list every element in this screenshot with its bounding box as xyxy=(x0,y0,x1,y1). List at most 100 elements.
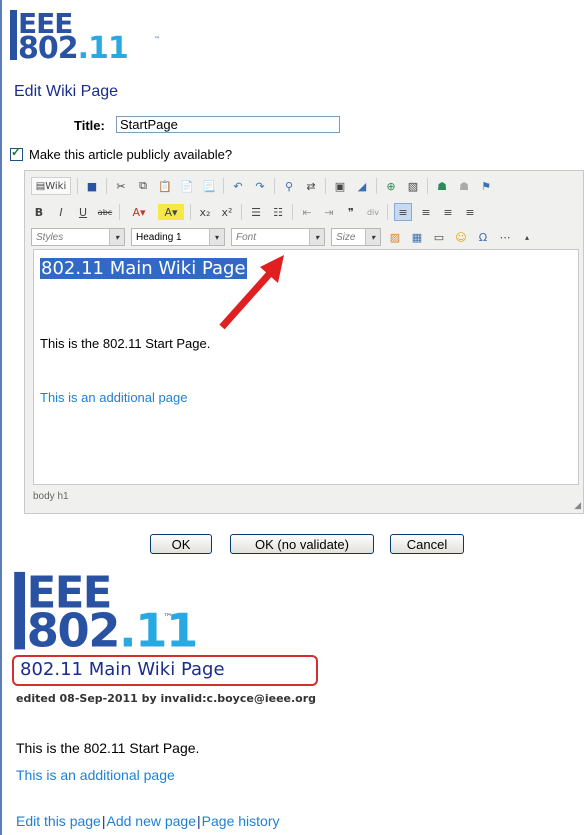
chevron-down-icon: ▾ xyxy=(109,229,124,245)
editor-paragraph: This is the 802.11 Start Page. xyxy=(40,336,211,351)
annotation-arrow-icon xyxy=(219,255,284,330)
ok-no-validate-button[interactable]: OK (no validate) xyxy=(230,534,374,554)
format-dropdown-label: Heading 1 xyxy=(136,231,182,243)
remove-format-icon[interactable]: ◢ xyxy=(354,178,370,194)
page-history-link[interactable]: Page history xyxy=(202,813,280,829)
toolbar-row-2: B I U abc A▾ A▾ x₂ x² ☰ ☷ ⇤ ⇥ ❞ div ≡ ≡ … xyxy=(31,201,478,223)
horizontal-rule-icon[interactable]: ▭ xyxy=(431,229,447,245)
toolbar-separator xyxy=(427,178,428,194)
chevron-down-icon: ▾ xyxy=(209,229,224,245)
bold-icon[interactable]: B xyxy=(31,204,47,220)
toolbar-row-1: ▤ Wiki ■ ✂ ⧉ 📋 📄 📃 ↶ ↷ ⚲ ⇄ ▣ ◢ ⊕ ▧ ☗ ☗ ⚑ xyxy=(31,175,494,197)
font-dropdown-label: Font xyxy=(236,231,257,243)
subscript-icon[interactable]: x₂ xyxy=(197,204,213,220)
toolbar-separator xyxy=(241,204,242,220)
size-dropdown-label: Size xyxy=(336,231,356,243)
toolbar-separator xyxy=(190,204,191,220)
italic-icon[interactable]: I xyxy=(53,204,69,220)
editor-content-area[interactable]: 802.11 Main Wiki Page This is the 802.11… xyxy=(33,249,579,485)
styles-dropdown[interactable]: Styles ▾ xyxy=(31,228,125,246)
cut-icon[interactable]: ✂ xyxy=(113,178,129,194)
align-left-icon[interactable]: ≡ xyxy=(394,203,412,221)
indent-icon[interactable]: ⇥ xyxy=(321,204,337,220)
link-icon[interactable]: ☗ xyxy=(434,178,450,194)
title-label: Title: xyxy=(74,118,105,133)
anchor-icon[interactable]: ⊕ xyxy=(383,178,399,194)
strikethrough-icon[interactable]: abc xyxy=(97,204,113,220)
toolbar-separator xyxy=(106,178,107,194)
toolbar-separator xyxy=(119,204,120,220)
edit-page-link[interactable]: Edit this page xyxy=(16,813,101,829)
element-path-bar: body h1 xyxy=(33,491,69,502)
ordered-list-icon[interactable]: ☰ xyxy=(248,204,264,220)
page-heading: Edit Wiki Page xyxy=(14,83,119,100)
editor-link[interactable]: This is an additional page xyxy=(40,390,187,405)
toolbar-separator xyxy=(77,178,78,194)
flag-icon[interactable]: ⚑ xyxy=(478,178,494,194)
link-separator: | xyxy=(197,813,201,829)
page-break-icon[interactable]: ⋯ xyxy=(497,229,513,245)
font-dropdown[interactable]: Font ▾ xyxy=(231,228,325,246)
public-checkbox[interactable] xyxy=(10,145,23,161)
image-icon[interactable]: ▧ xyxy=(405,178,421,194)
toolbar-separator xyxy=(292,204,293,220)
superscript-icon[interactable]: x² xyxy=(219,204,235,220)
div-icon[interactable]: div xyxy=(365,204,381,220)
insert-image-icon[interactable]: ▨ xyxy=(387,229,403,245)
format-dropdown[interactable]: Heading 1 ▾ xyxy=(131,228,225,246)
copy-icon[interactable]: ⧉ xyxy=(135,178,151,194)
background-color-icon[interactable]: A▾ xyxy=(158,204,184,220)
edited-info: edited 08-Sep-2011 by invalid:c.boyce@ie… xyxy=(16,692,317,705)
outdent-icon[interactable]: ⇤ xyxy=(299,204,315,220)
styles-dropdown-label: Styles xyxy=(36,231,64,243)
title-input[interactable] xyxy=(116,116,340,133)
special-char-icon[interactable]: Ω xyxy=(475,229,491,245)
toolbar-separator xyxy=(376,178,377,194)
wiki-editor: ▤ Wiki ■ ✂ ⧉ 📋 📄 📃 ↶ ↷ ⚲ ⇄ ▣ ◢ ⊕ ▧ ☗ ☗ ⚑… xyxy=(24,170,584,514)
text-color-icon[interactable]: A▾ xyxy=(126,204,152,220)
logo-text-80211: 802.11 xyxy=(18,31,129,66)
align-right-icon[interactable]: ≡ xyxy=(440,204,456,220)
toolbar-separator xyxy=(274,178,275,194)
smiley-icon[interactable]: ☺ xyxy=(453,229,469,245)
blockquote-icon[interactable]: ❞ xyxy=(343,204,359,220)
preview-paragraph: This is the 802.11 Start Page. xyxy=(16,740,200,756)
logo-trademark: ™ xyxy=(163,612,173,624)
public-checkbox-row[interactable]: Make this article publicly available? xyxy=(10,145,233,162)
replace-icon[interactable]: ⇄ xyxy=(303,178,319,194)
paste-word-icon[interactable]: 📃 xyxy=(201,178,217,194)
toolbar-separator xyxy=(325,178,326,194)
resize-grip-icon[interactable]: ◢ xyxy=(574,501,581,511)
size-dropdown[interactable]: Size ▾ xyxy=(331,228,381,246)
logo-trademark: ™ xyxy=(154,36,160,43)
preview-additional-link[interactable]: This is an additional page xyxy=(16,767,175,783)
wiki-source-button[interactable]: ▤ Wiki xyxy=(31,177,71,195)
justify-icon[interactable]: ≡ xyxy=(462,204,478,220)
left-border xyxy=(0,0,2,835)
undo-icon[interactable]: ↶ xyxy=(230,178,246,194)
paste-icon[interactable]: 📋 xyxy=(157,178,173,194)
align-center-icon[interactable]: ≡ xyxy=(418,204,434,220)
preview-title-highlight: 802.11 Main Wiki Page xyxy=(12,655,318,686)
add-page-link[interactable]: Add new page xyxy=(106,813,196,829)
toolbar-separator xyxy=(223,178,224,194)
unlink-icon[interactable]: ☗ xyxy=(456,178,472,194)
ok-button[interactable]: OK xyxy=(150,534,212,554)
underline-icon[interactable]: U xyxy=(75,204,91,220)
preview-page-title: 802.11 Main Wiki Page xyxy=(20,659,225,680)
collapse-toolbar-icon[interactable]: ▴ xyxy=(519,229,535,245)
footer-links: Edit this page|Add new page|Page history xyxy=(16,813,279,829)
save-icon[interactable]: ■ xyxy=(84,178,100,194)
select-all-icon[interactable]: ▣ xyxy=(332,178,348,194)
unordered-list-icon[interactable]: ☷ xyxy=(270,204,286,220)
public-checkbox-label: Make this article publicly available? xyxy=(29,147,233,162)
chevron-down-icon: ▾ xyxy=(365,229,380,245)
chevron-down-icon: ▾ xyxy=(309,229,324,245)
table-icon[interactable]: ▦ xyxy=(409,229,425,245)
redo-icon[interactable]: ↷ xyxy=(252,178,268,194)
toolbar-separator xyxy=(387,204,388,220)
find-icon[interactable]: ⚲ xyxy=(281,178,297,194)
link-separator: | xyxy=(101,813,106,829)
cancel-button[interactable]: Cancel xyxy=(390,534,464,554)
paste-text-icon[interactable]: 📄 xyxy=(179,178,195,194)
